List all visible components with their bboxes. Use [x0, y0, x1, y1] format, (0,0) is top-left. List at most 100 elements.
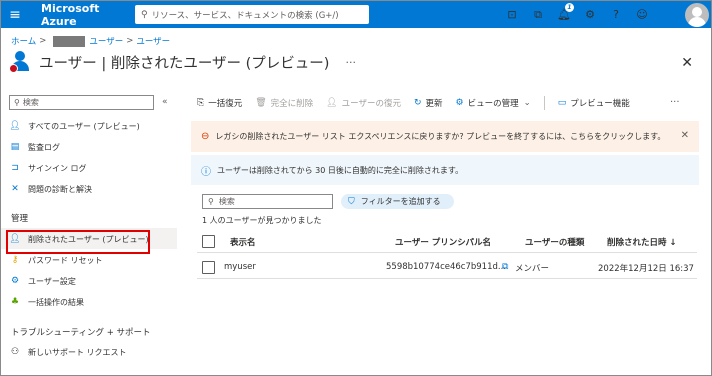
sidebar-item-password-reset[interactable]: ⚷ パスワード リセット: [9, 251, 103, 269]
sidebar-item-label: サインイン ログ: [28, 163, 87, 173]
sidebar-item-user-settings[interactable]: ⚙ ユーザー設定: [9, 272, 76, 290]
collapse-sidebar-icon[interactable]: «: [162, 97, 168, 107]
gear-icon: ⚙: [455, 98, 464, 108]
auto-delete-info-banner: ⓘ ユーザーは削除されてから 30 日後に自動的に完全に削除されます。: [191, 155, 699, 185]
search-icon: ⚲: [208, 197, 214, 206]
sidebar-item-label: パスワード リセット: [28, 255, 103, 265]
sidebar-item-label: 問題の診断と解決: [28, 184, 92, 194]
brand-title[interactable]: Microsoft Azure: [41, 2, 131, 28]
manage-view-button[interactable]: ⚙ ビューの管理 ⌄: [456, 97, 531, 109]
more-options-icon[interactable]: ···: [345, 56, 356, 69]
page-title: ユーザー | 削除されたユーザー (プレビュー): [39, 55, 330, 72]
bulk-restore-button[interactable]: ⎘ 一括復元: [197, 97, 242, 109]
row-checkbox[interactable]: [202, 261, 215, 274]
info-banner-text: ユーザーは削除されてから 30 日後に自動的に完全に削除されます。: [217, 165, 464, 175]
search-icon: ⚲: [14, 98, 20, 107]
help-icon[interactable]: ?: [603, 8, 629, 21]
breadcrumb-users-2[interactable]: ユーザー: [136, 35, 170, 47]
global-search-placeholder: リソース、サービス、ドキュメントの検索 (G+/): [151, 10, 339, 21]
global-search-input[interactable]: ⚲ リソース、サービス、ドキュメントの検索 (G+/): [135, 5, 369, 24]
filter-icon: ⛉: [348, 196, 355, 207]
account-avatar[interactable]: [685, 3, 709, 27]
column-header-upn[interactable]: ユーザー プリンシパル名: [395, 236, 491, 248]
chevron-down-icon: ⌄: [523, 98, 531, 108]
add-filter-label: フィルターを追加する: [360, 197, 441, 206]
info-icon: ⓘ: [201, 166, 211, 178]
sidebar-item-audit-logs[interactable]: ▤ 監査ログ: [9, 138, 60, 156]
cloud-shell-icon[interactable]: ⊡: [499, 8, 525, 21]
close-blade-button[interactable]: ✕: [681, 55, 693, 71]
bulk-restore-label: 一括復元: [208, 99, 243, 109]
table-row[interactable]: myuser 5598b10774ce46c7b911d... ⧉ メンバー 2…: [197, 257, 697, 279]
breadcrumb: ホーム > ユーザー > ユーザー: [11, 35, 170, 47]
sidebar-search-input[interactable]: ⚲ 検索: [9, 95, 154, 110]
sidebar-section-troubleshoot: トラブルシューティング + サポート: [11, 328, 151, 338]
sidebar-item-label: 監査ログ: [28, 142, 60, 152]
legacy-experience-banner[interactable]: ⊖ レガシの削除されたユーザー リスト エクスペリエンスに戻りますか? プレビュ…: [191, 121, 699, 152]
sidebar-item-label: ユーザー設定: [28, 276, 76, 286]
toolbar-more-icon[interactable]: ···: [670, 97, 680, 108]
restore-user-button[interactable]: 👤︎ ユーザーの復元: [326, 97, 401, 109]
sidebar-item-bulk-results[interactable]: ♣ 一括操作の結果: [9, 293, 84, 311]
sidebar-item-diagnose[interactable]: ✕ 問題の診断と解決: [9, 180, 92, 198]
user-icon: 👤︎: [9, 121, 21, 131]
refresh-label: 更新: [425, 99, 443, 109]
refresh-icon: ↻: [413, 98, 422, 108]
preview-features-icon: ▭: [557, 98, 567, 108]
refresh-button[interactable]: ↻ 更新: [414, 97, 443, 109]
sidebar-item-label: すべてのユーザー (プレビュー): [28, 121, 140, 131]
row-user-type: メンバー: [515, 264, 550, 274]
preview-features-button[interactable]: ▭ プレビュー機能: [558, 97, 630, 109]
toolbar-divider: [543, 96, 545, 110]
sidebar-section-manage: 管理: [11, 214, 29, 224]
sidebar-item-label: 一括操作の結果: [28, 297, 84, 307]
column-header-display-name[interactable]: 表示名: [230, 236, 256, 248]
breadcrumb-home[interactable]: ホーム: [11, 35, 36, 47]
topbar-icons: ⊡ ⧉ 🔔︎ 1 ⚙ ? ☺: [499, 1, 655, 28]
restore-user-label: ユーザーの復元: [341, 99, 401, 109]
table-header: 表示名 ユーザー プリンシパル名 ユーザーの種類 削除された日時 ↓: [197, 231, 697, 253]
trash-icon: 🗑︎: [255, 98, 267, 108]
bulk-operations-icon: ♣: [10, 297, 20, 307]
page-header: ユーザー | 削除されたユーザー (プレビュー) ···: [9, 51, 356, 73]
feedback-icon[interactable]: ☺: [629, 8, 655, 21]
select-all-checkbox[interactable]: [202, 235, 215, 248]
sidebar-item-all-users[interactable]: 👤︎ すべてのユーザー (プレビュー): [9, 117, 140, 135]
row-deleted-at: 2022年12月12日 16:37: [598, 264, 694, 274]
column-header-user-type[interactable]: ユーザーの種類: [525, 236, 584, 248]
preview-features-label: プレビュー機能: [570, 99, 630, 109]
users-search-input[interactable]: ⚲ 検索: [202, 194, 333, 209]
sidebar-item-signin-logs[interactable]: ⊐ サインイン ログ: [9, 159, 87, 177]
notification-count-badge: 1: [565, 3, 574, 12]
delete-permanently-button[interactable]: 🗑︎ 完全に削除: [255, 97, 313, 109]
users-search-placeholder: 検索: [218, 197, 235, 206]
search-icon: ⚲: [141, 9, 148, 20]
sidebar-item-new-support-request[interactable]: ⚇ 新しいサポート リクエスト: [9, 343, 127, 361]
warning-banner-text: レガシの削除されたユーザー リスト エクスペリエンスに戻りますか? プレビューを…: [215, 132, 666, 141]
support-person-icon: ⚇: [10, 347, 20, 357]
hamburger-menu-icon[interactable]: ≡: [1, 1, 29, 28]
sidebar-item-label: 新しいサポート リクエスト: [28, 347, 127, 357]
breadcrumb-sep: >: [39, 36, 47, 46]
column-header-deleted-at[interactable]: 削除された日時 ↓: [607, 236, 677, 248]
deleted-user-icon: [9, 51, 31, 73]
row-upn: 5598b10774ce46c7b911d...: [386, 262, 506, 272]
signin-log-icon: ⊐: [11, 163, 19, 173]
close-icon[interactable]: ✕: [681, 130, 689, 141]
bulk-restore-icon: ⎘: [197, 98, 205, 108]
directory-filter-icon[interactable]: ⧉: [525, 8, 551, 22]
result-count: 1 人のユーザーが見つかりました: [202, 216, 322, 225]
sidebar-search-placeholder: 検索: [22, 98, 39, 107]
row-display-name[interactable]: myuser: [224, 262, 256, 272]
audit-log-icon: ▤: [10, 142, 20, 152]
avatar-body-shape: [688, 17, 706, 27]
notifications-bell-icon[interactable]: 🔔︎ 1: [551, 3, 577, 21]
settings-gear-icon[interactable]: ⚙: [577, 8, 603, 21]
breadcrumb-users-1[interactable]: ユーザー: [89, 35, 123, 47]
copy-icon[interactable]: ⧉: [502, 262, 508, 272]
redacted-tenant-name: [53, 35, 86, 47]
delete-permanently-label: 完全に削除: [270, 99, 314, 109]
add-filter-button[interactable]: ⛉ フィルターを追加する: [341, 194, 454, 209]
warning-circle-icon: ⊖: [201, 131, 210, 142]
key-icon: ⚷: [11, 255, 19, 265]
